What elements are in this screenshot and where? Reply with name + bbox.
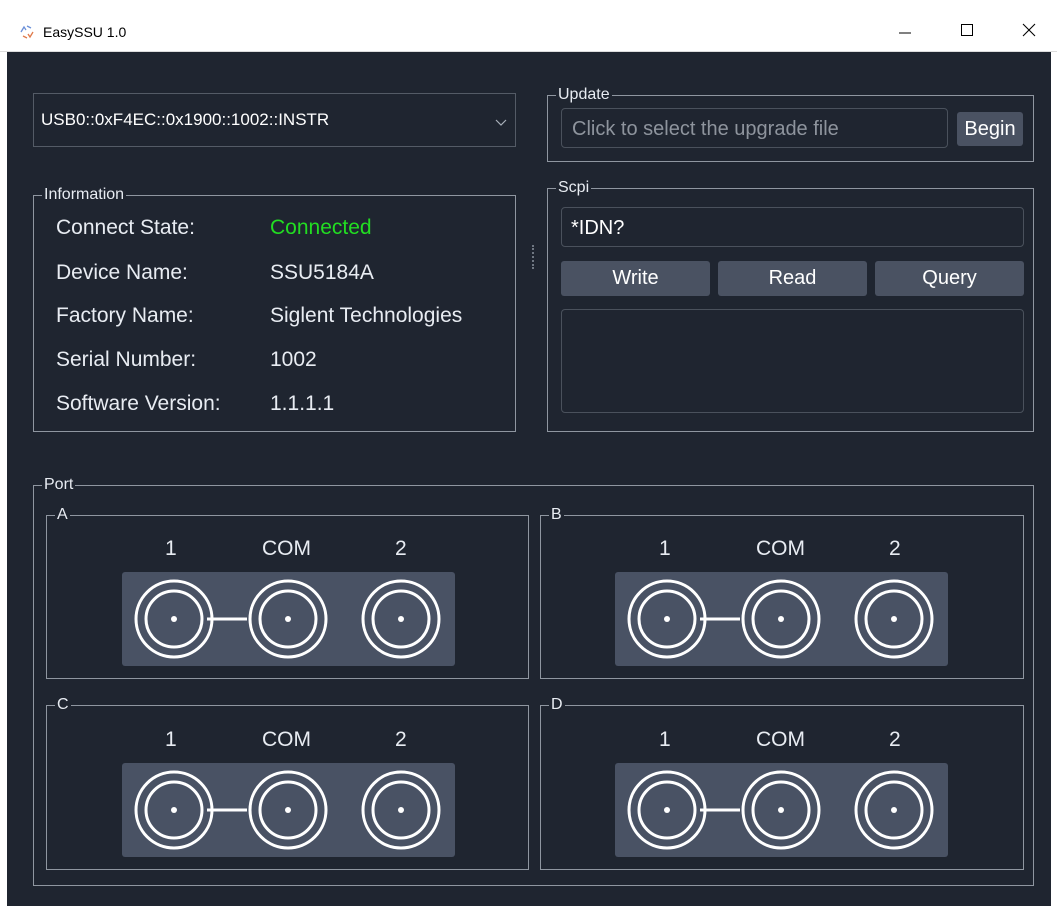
factory-name-label: Factory Name:: [56, 304, 194, 327]
upgrade-file-input[interactable]: Click to select the upgrade file: [561, 108, 948, 148]
upgrade-file-placeholder: Click to select the upgrade file: [572, 118, 839, 140]
port-b-connector-1[interactable]: [627, 579, 707, 659]
port-b-connector-2[interactable]: [854, 579, 934, 659]
port-c-label-2: 2: [395, 728, 407, 751]
port-c-label-com: COM: [262, 728, 311, 751]
port-c-connector-2[interactable]: [361, 770, 441, 850]
window-title: EasySSU 1.0: [43, 24, 127, 40]
port-d-label-1: 1: [659, 728, 671, 751]
device-name-label: Device Name:: [56, 261, 188, 284]
port-b-legend: B: [549, 505, 564, 525]
maximize-icon: [961, 24, 973, 36]
scpi-command-value: *IDN?: [571, 217, 625, 239]
port-d-label-com: COM: [756, 728, 805, 751]
scpi-command-input[interactable]: *IDN?: [561, 207, 1024, 247]
software-version-value: 1.1.1.1: [270, 392, 335, 415]
port-d-legend: D: [549, 695, 565, 715]
device-select-value: USB0::0xF4EC::0x1900::1002::INSTR: [41, 110, 330, 129]
port-c-legend: C: [55, 695, 71, 715]
title-bar: EasySSU 1.0: [0, 0, 1057, 52]
connect-state-label: Connect State:: [56, 216, 195, 239]
port-a-label-2: 2: [395, 537, 407, 560]
port-legend: Port: [42, 475, 76, 495]
port-a-legend: A: [55, 505, 70, 525]
port-b-connector-com[interactable]: [741, 579, 821, 659]
port-d-connector-com[interactable]: [741, 770, 821, 850]
port-a-connector-2[interactable]: [361, 579, 441, 659]
read-button[interactable]: Read: [718, 261, 867, 296]
port-b-label-1: 1: [659, 537, 671, 560]
port-d-connector-2[interactable]: [854, 770, 934, 850]
window-border-left: [0, 52, 7, 906]
begin-button[interactable]: Begin: [957, 112, 1023, 146]
panel-splitter[interactable]: [532, 245, 534, 269]
device-select[interactable]: USB0::0xF4EC::0x1900::1002::INSTR: [33, 93, 516, 147]
chevron-down-icon: [495, 114, 507, 132]
update-legend: Update: [556, 85, 612, 105]
serial-number-value: 1002: [270, 348, 317, 371]
minimize-button[interactable]: [882, 12, 928, 48]
close-icon: [1022, 23, 1036, 37]
close-button[interactable]: [1006, 12, 1052, 48]
port-a-connector-1[interactable]: [134, 579, 214, 659]
port-c-connector-com[interactable]: [248, 770, 328, 850]
port-d-connector-panel: [615, 763, 948, 857]
factory-name-value: Siglent Technologies: [270, 304, 463, 327]
port-d-connector-1[interactable]: [627, 770, 707, 850]
window-border-right: [1051, 52, 1057, 906]
port-c-label-1: 1: [165, 728, 177, 751]
port-a-label-1: 1: [165, 537, 177, 560]
port-a-connector-panel: [122, 572, 455, 666]
port-b-connector-panel: [615, 572, 948, 666]
easyssu-app-icon: [18, 23, 36, 41]
port-c-connector-panel: [122, 763, 455, 857]
device-name-value: SSU5184A: [270, 261, 374, 284]
scpi-response-box[interactable]: [561, 309, 1024, 413]
port-b-label-com: COM: [756, 537, 805, 560]
write-button[interactable]: Write: [561, 261, 710, 296]
maximize-button[interactable]: [944, 12, 990, 48]
minimize-icon: [899, 32, 911, 34]
connect-state-value: Connected: [270, 216, 372, 239]
port-a-connector-com[interactable]: [248, 579, 328, 659]
port-c-connector-1[interactable]: [134, 770, 214, 850]
information-legend: Information: [42, 185, 127, 205]
serial-number-label: Serial Number:: [56, 348, 197, 371]
scpi-legend: Scpi: [556, 178, 592, 198]
port-a-label-com: COM: [262, 537, 311, 560]
software-version-label: Software Version:: [56, 392, 221, 415]
port-b-label-2: 2: [889, 537, 901, 560]
query-button[interactable]: Query: [875, 261, 1024, 296]
port-d-label-2: 2: [889, 728, 901, 751]
